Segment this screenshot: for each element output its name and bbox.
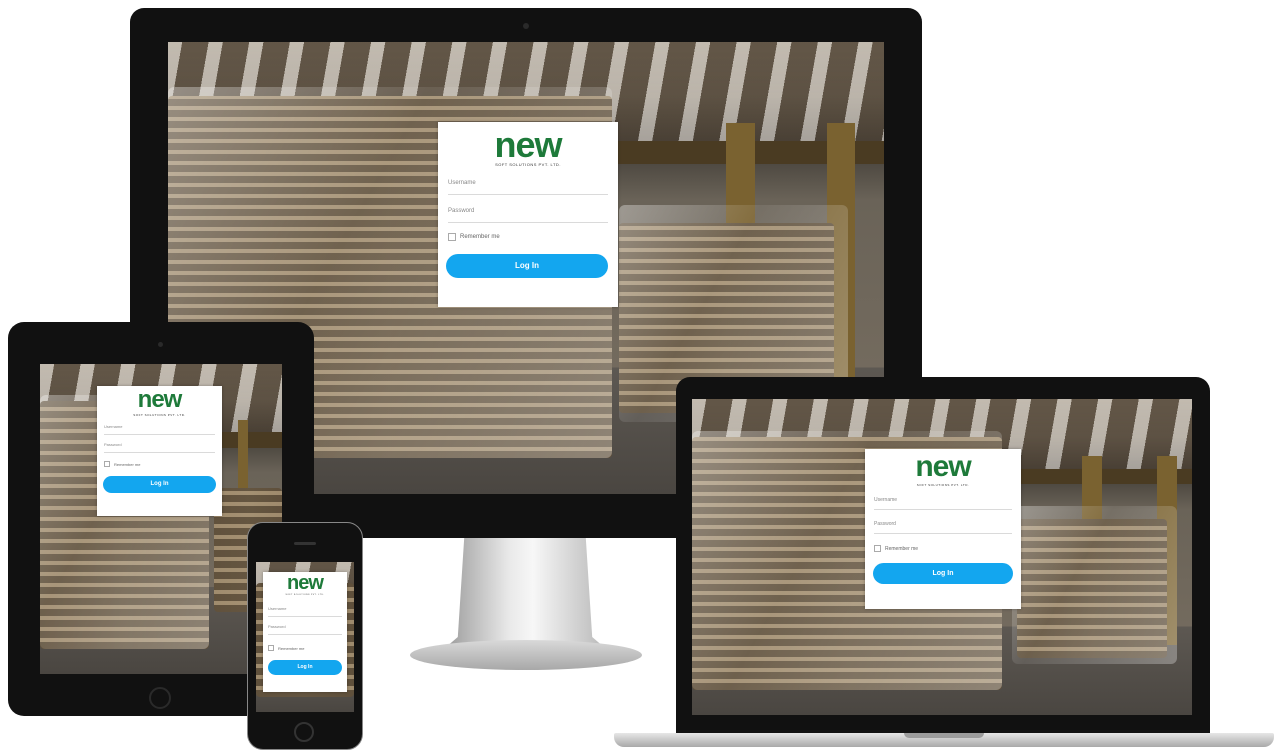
new-logo: new xyxy=(865,450,1021,484)
laptop: new SOFT SOLUTIONS PVT. LTD. Username Pa… xyxy=(614,377,1274,749)
remember-me[interactable]: Remember me xyxy=(874,545,918,552)
tablet-home-button[interactable] xyxy=(149,687,171,709)
tablet-screen: new SOFT SOLUTIONS PVT. LTD. Username Pa… xyxy=(40,364,282,674)
username-field[interactable]: Username xyxy=(448,180,608,195)
login-card: new SOFT SOLUTIONS PVT. LTD. Username Pa… xyxy=(438,122,618,307)
laptop-notch xyxy=(904,733,984,738)
tablet-camera-dot xyxy=(158,342,163,347)
login-button[interactable]: Log In xyxy=(446,254,608,278)
password-field[interactable]: Password xyxy=(874,521,1012,534)
username-field[interactable]: Username xyxy=(268,606,342,617)
brand-name: new xyxy=(494,124,562,165)
remember-label: Remember me xyxy=(278,645,305,651)
brand-tagline: SOFT SOLUTIONS PVT. LTD. xyxy=(495,162,561,167)
login-card: new SOFT SOLUTIONS PVT. LTD. Username Pa… xyxy=(97,386,222,516)
brand-name: new xyxy=(915,450,971,483)
username-field[interactable]: Username xyxy=(104,424,215,435)
password-field[interactable]: Password xyxy=(268,624,342,635)
new-logo: new xyxy=(438,124,618,166)
password-field[interactable]: Password xyxy=(104,442,215,453)
login-button[interactable]: Log In xyxy=(873,563,1013,584)
brand-name: new xyxy=(287,572,324,594)
username-field[interactable]: Username xyxy=(874,497,1012,510)
brand-tagline: SOFT SOLUTIONS PVT. LTD. xyxy=(916,483,970,487)
phone-screen: new SOFT SOLUTIONS PVT. LTD. Username Pa… xyxy=(256,562,354,712)
new-logo: new xyxy=(263,572,347,595)
laptop-screen: new SOFT SOLUTIONS PVT. LTD. Username Pa… xyxy=(692,399,1192,715)
login-card: new SOFT SOLUTIONS PVT. LTD. Username Pa… xyxy=(865,449,1021,609)
monitor-base xyxy=(410,640,642,670)
remember-checkbox[interactable] xyxy=(268,645,274,651)
login-card: new SOFT SOLUTIONS PVT. LTD. Username Pa… xyxy=(263,572,347,692)
remember-me[interactable]: Remember me xyxy=(104,461,140,467)
remember-label: Remember me xyxy=(460,234,500,240)
new-logo: new xyxy=(97,386,222,414)
brand-tagline: SOFT SOLUTIONS PVT. LTD. xyxy=(285,594,325,596)
remember-me[interactable]: Remember me xyxy=(448,233,500,241)
remember-label: Remember me xyxy=(114,461,141,467)
remember-checkbox[interactable] xyxy=(104,461,110,467)
phone-speaker xyxy=(294,542,316,545)
remember-me[interactable]: Remember me xyxy=(268,645,304,651)
password-field[interactable]: Password xyxy=(448,208,608,223)
login-button[interactable]: Log In xyxy=(268,660,342,675)
brand-name: new xyxy=(137,386,183,413)
camera-dot xyxy=(523,23,529,29)
remember-checkbox[interactable] xyxy=(448,233,456,241)
phone: new SOFT SOLUTIONS PVT. LTD. Username Pa… xyxy=(247,522,363,750)
phone-home-button[interactable] xyxy=(294,722,314,742)
monitor-stand xyxy=(445,538,605,648)
brand-tagline: SOFT SOLUTIONS PVT. LTD. xyxy=(133,413,186,417)
remember-label: Remember me xyxy=(885,545,919,552)
login-button[interactable]: Log In xyxy=(103,476,216,493)
remember-checkbox[interactable] xyxy=(874,545,881,552)
